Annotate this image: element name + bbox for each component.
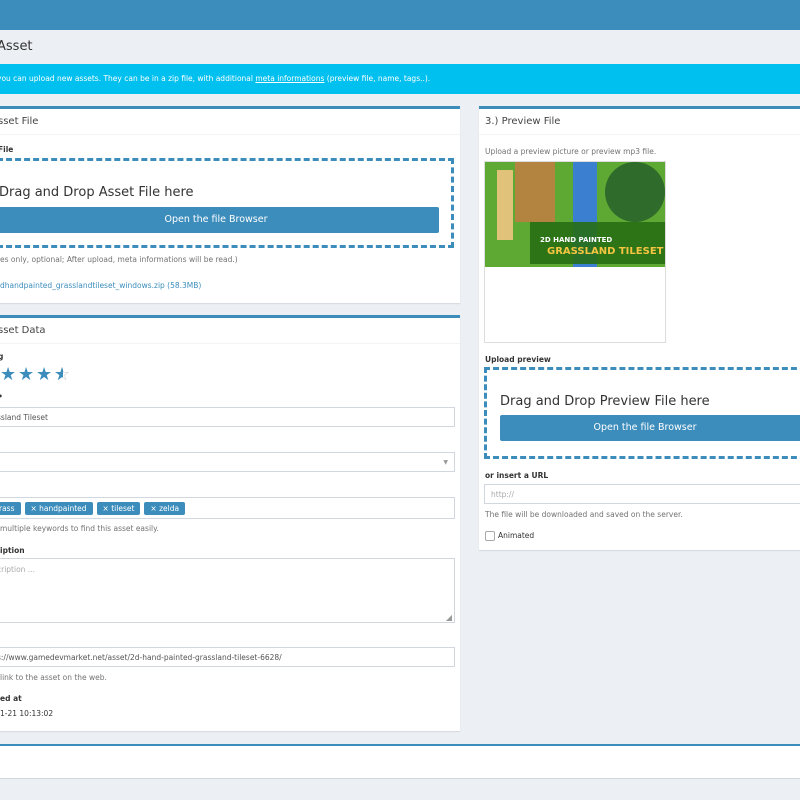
asset-file-dropzone[interactable]: Drag and Drop Asset File here Open the f… bbox=[0, 158, 454, 248]
asset-file-box: sset File File Drag and Drop Asset File … bbox=[0, 106, 460, 303]
preview-url-help: The file will be downloaded and saved on… bbox=[485, 510, 683, 519]
chevron-down-icon: ▼ bbox=[443, 458, 448, 466]
callout-text: you can upload new assets. They can be i… bbox=[0, 74, 431, 83]
top-navbar bbox=[0, 0, 800, 30]
half-star-icon[interactable]: ☆ ★ bbox=[54, 366, 72, 384]
description-label: iption bbox=[0, 546, 25, 555]
preview-dropzone[interactable]: Drag and Drop Preview File here Open the… bbox=[484, 367, 800, 459]
category-select[interactable]: ▼ bbox=[0, 452, 455, 472]
asset-data-box: sset Data g ★★★★☆★ • ssland Tileset ▼ ra… bbox=[0, 315, 460, 731]
info-callout: you can upload new assets. They can be i… bbox=[0, 64, 800, 94]
tags-help: multiple keywords to find this asset eas… bbox=[0, 524, 159, 533]
asset-file-link[interactable]: dhandpainted_grasslandtileset_windows.zi… bbox=[0, 281, 201, 290]
asset-file-header: sset File bbox=[0, 109, 460, 135]
meta-informations-link[interactable]: meta informations bbox=[255, 74, 324, 83]
rating-stars[interactable]: ★★★★☆★ bbox=[0, 366, 72, 384]
preview-url-input[interactable]: http:// bbox=[484, 484, 800, 504]
rating-label: g bbox=[0, 352, 4, 361]
preview-dropzone-text: Drag and Drop Preview File here bbox=[500, 394, 710, 409]
tag-chip[interactable]: × tileset bbox=[96, 501, 141, 515]
page-title: Asset bbox=[0, 39, 33, 54]
asset-open-file-browser-button[interactable]: Open the file Browser bbox=[0, 207, 439, 233]
animated-label[interactable]: Animated bbox=[498, 531, 534, 540]
preview-open-file-browser-button[interactable]: Open the file Browser bbox=[500, 415, 800, 441]
preview-file-help: Upload a preview picture or preview mp3 … bbox=[485, 147, 657, 156]
preview-image-frame: 2D HAND PAINTED GRASSLAND TILESET bbox=[484, 161, 666, 343]
preview-image-caption-1: 2D HAND PAINTED bbox=[540, 236, 613, 244]
preview-image: 2D HAND PAINTED GRASSLAND TILESET bbox=[485, 162, 665, 267]
description-textarea[interactable]: cription ... ◢ bbox=[0, 558, 455, 623]
tags-input[interactable]: rass × handpainted × tileset × zelda bbox=[0, 497, 455, 519]
name-input[interactable]: ssland Tileset bbox=[0, 407, 455, 427]
star-icon[interactable]: ★ bbox=[36, 366, 54, 384]
asset-file-help: es only, optional; After upload, meta in… bbox=[0, 255, 238, 264]
animated-checkbox[interactable] bbox=[485, 531, 495, 541]
tag-chip[interactable]: × zelda bbox=[144, 501, 186, 515]
asset-data-header: sset Data bbox=[0, 318, 460, 344]
resize-handle-icon[interactable]: ◢ bbox=[446, 613, 452, 622]
tag-chip[interactable]: × handpainted bbox=[24, 501, 93, 515]
preview-file-box: 3.) Preview File Upload a preview pictur… bbox=[479, 106, 800, 550]
preview-file-header: 3.) Preview File bbox=[479, 109, 800, 135]
asset-file-label: File bbox=[0, 145, 14, 154]
created-label: ed at bbox=[0, 694, 22, 703]
preview-file-title: 3.) Preview File bbox=[485, 116, 561, 127]
asset-url-help: link to the asset on the web. bbox=[0, 673, 107, 682]
tag-chip[interactable]: rass bbox=[0, 501, 21, 515]
insert-url-label: or insert a URL bbox=[485, 471, 549, 480]
asset-file-title: sset File bbox=[0, 116, 39, 127]
asset-dropzone-text: Drag and Drop Asset File here bbox=[0, 185, 194, 200]
footer-box bbox=[0, 744, 800, 779]
star-icon[interactable]: ★ bbox=[0, 366, 18, 384]
asset-url-input[interactable]: s://www.gamedevmarket.net/asset/2d-hand-… bbox=[0, 647, 455, 667]
preview-image-caption-2: GRASSLAND TILESET bbox=[547, 246, 664, 257]
created-value: 1-21 10:13:02 bbox=[0, 709, 54, 718]
name-label: • bbox=[0, 392, 3, 401]
star-icon[interactable]: ★ bbox=[18, 366, 36, 384]
asset-data-title: sset Data bbox=[0, 325, 46, 336]
upload-preview-label: Upload preview bbox=[485, 355, 551, 364]
